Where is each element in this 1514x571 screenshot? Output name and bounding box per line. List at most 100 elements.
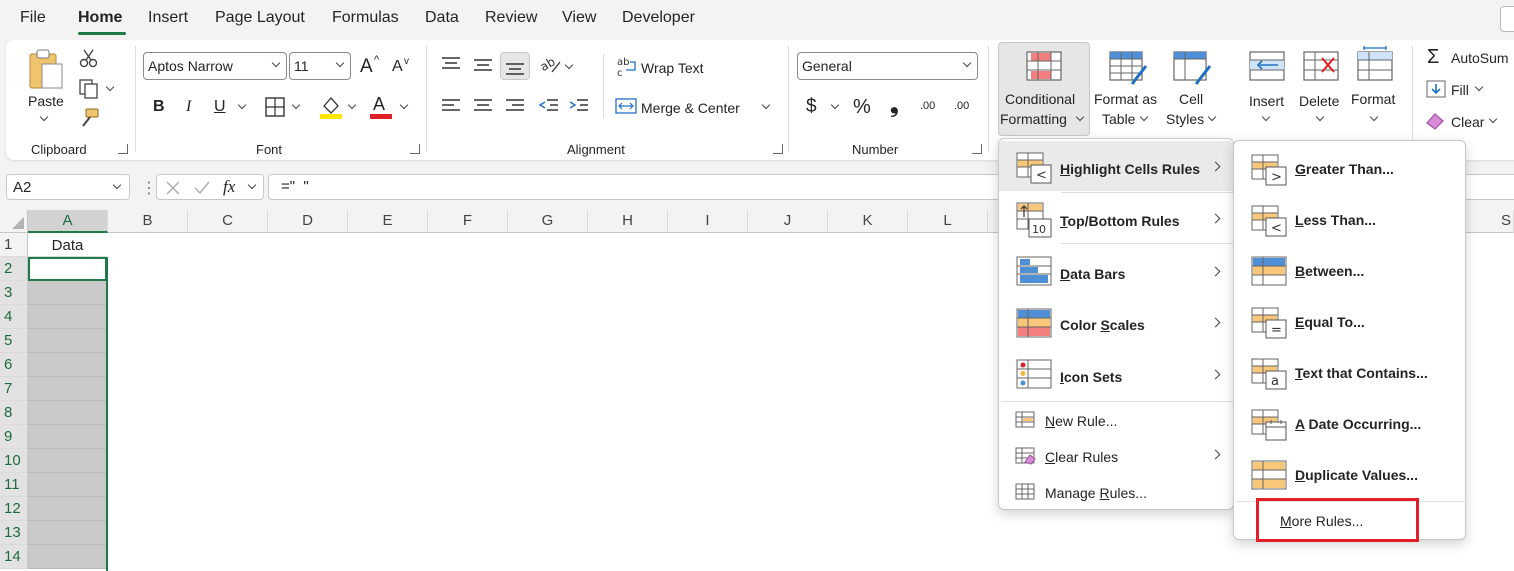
column-header-l[interactable]: L bbox=[908, 210, 988, 233]
increase-decimal-icon[interactable]: .00 bbox=[920, 100, 935, 112]
menu-item-highlight-cells-rules[interactable]: < Highlight Cells Rules bbox=[999, 141, 1233, 191]
share-button[interactable] bbox=[1500, 6, 1514, 32]
column-header-i[interactable]: I bbox=[668, 210, 748, 233]
menu-item-color-scales[interactable]: Color Scales bbox=[999, 299, 1233, 349]
row-header-13[interactable]: 13 bbox=[0, 521, 28, 545]
row-header-5[interactable]: 5 bbox=[0, 329, 28, 353]
top-align-icon[interactable] bbox=[440, 56, 462, 72]
fill-down-icon[interactable] bbox=[1426, 80, 1446, 98]
cell-a12[interactable] bbox=[28, 497, 107, 521]
cell-a13[interactable] bbox=[28, 521, 107, 545]
menu-item-clear-rules[interactable]: Clear Rules bbox=[999, 439, 1233, 475]
cell-styles-label-1[interactable]: Cell bbox=[1179, 91, 1203, 107]
row-header-4[interactable]: 4 bbox=[0, 305, 28, 329]
cell-a14[interactable] bbox=[28, 545, 107, 569]
insert-function-icon[interactable]: fx bbox=[223, 177, 235, 197]
format-as-table-label-1[interactable]: Format as bbox=[1094, 91, 1157, 107]
row-header-7[interactable]: 7 bbox=[0, 377, 28, 401]
wrap-text-icon[interactable]: abc bbox=[616, 56, 638, 78]
cell-a3[interactable] bbox=[28, 281, 107, 305]
menu-item-top-bottom-rules[interactable]: 10 Top/Bottom Rules bbox=[999, 195, 1233, 245]
cell-a5[interactable] bbox=[28, 329, 107, 353]
align-left-icon[interactable] bbox=[440, 98, 462, 114]
font-color-icon[interactable]: A bbox=[373, 94, 385, 115]
cancel-entry-icon[interactable] bbox=[165, 180, 181, 196]
menu-item-icon-sets[interactable]: Icon Sets bbox=[999, 350, 1233, 400]
column-header-f[interactable]: F bbox=[428, 210, 508, 233]
cell-a9[interactable] bbox=[28, 425, 107, 449]
tab-developer[interactable]: Developer bbox=[622, 9, 695, 27]
bold-button[interactable]: B bbox=[153, 98, 165, 116]
submenu-item-less-than[interactable]: < Less Than... bbox=[1234, 194, 1465, 244]
menu-item-data-bars[interactable]: Data Bars bbox=[999, 247, 1233, 297]
format-painter-icon[interactable] bbox=[78, 108, 100, 130]
column-header-c[interactable]: C bbox=[188, 210, 268, 233]
column-header-a[interactable]: A bbox=[28, 210, 108, 233]
row-header-10[interactable]: 10 bbox=[0, 449, 28, 473]
format-as-table-label-2[interactable]: Table bbox=[1102, 111, 1135, 127]
cell-a1[interactable]: Data bbox=[28, 233, 107, 257]
clear-label[interactable]: Clear bbox=[1451, 114, 1484, 130]
cell-styles-icon[interactable] bbox=[1172, 50, 1212, 86]
cell-a2-active[interactable] bbox=[28, 257, 107, 281]
decrease-indent-icon[interactable] bbox=[538, 98, 560, 114]
increase-font-size-icon[interactable]: A bbox=[360, 56, 373, 78]
format-cells-icon[interactable] bbox=[1356, 46, 1394, 82]
row-header-1[interactable]: 1 bbox=[0, 233, 28, 257]
italic-button[interactable]: I bbox=[186, 98, 191, 116]
column-header-h[interactable]: H bbox=[588, 210, 668, 233]
orientation-icon[interactable]: ab bbox=[538, 54, 562, 76]
submenu-item-date-occurring[interactable]: A Date Occurring... bbox=[1234, 398, 1465, 448]
cell-a11[interactable] bbox=[28, 473, 107, 497]
tab-review[interactable]: Review bbox=[485, 9, 537, 27]
alignment-launcher-icon[interactable] bbox=[773, 144, 783, 154]
row-header-14[interactable]: 14 bbox=[0, 545, 28, 569]
format-as-table-icon[interactable] bbox=[1108, 50, 1148, 86]
font-size-dropdown[interactable]: 11 bbox=[289, 52, 351, 80]
column-header-e[interactable]: E bbox=[348, 210, 428, 233]
cut-icon[interactable] bbox=[78, 48, 100, 68]
submenu-item-text-contains[interactable]: a Text that Contains... bbox=[1234, 347, 1465, 397]
tab-view[interactable]: View bbox=[562, 9, 596, 27]
tab-insert[interactable]: Insert bbox=[148, 9, 188, 27]
comma-style-icon[interactable]: ❟ bbox=[890, 92, 899, 118]
increase-indent-icon[interactable] bbox=[568, 98, 590, 114]
submenu-item-greater-than[interactable]: > Greater Than... bbox=[1234, 143, 1465, 193]
column-header-j[interactable]: J bbox=[748, 210, 828, 233]
borders-icon[interactable] bbox=[264, 96, 286, 118]
tab-home[interactable]: Home bbox=[78, 9, 122, 27]
name-box[interactable]: A2 bbox=[6, 174, 130, 200]
number-format-dropdown[interactable]: General bbox=[797, 52, 978, 80]
cell-a4[interactable] bbox=[28, 305, 107, 329]
tab-formulas[interactable]: Formulas bbox=[332, 9, 399, 27]
cell-a8[interactable] bbox=[28, 401, 107, 425]
merge-center-icon[interactable] bbox=[614, 96, 638, 116]
row-header-6[interactable]: 6 bbox=[0, 353, 28, 377]
fill-color-icon[interactable] bbox=[320, 94, 342, 120]
delete-cells-label[interactable]: Delete bbox=[1299, 93, 1339, 109]
column-header-g[interactable]: G bbox=[508, 210, 588, 233]
copy-icon[interactable] bbox=[78, 78, 100, 100]
wrap-text-label[interactable]: Wrap Text bbox=[641, 60, 704, 76]
underline-button[interactable]: U bbox=[214, 98, 226, 116]
column-header-d[interactable]: D bbox=[268, 210, 348, 233]
row-header-9[interactable]: 9 bbox=[0, 425, 28, 449]
format-cells-label[interactable]: Format bbox=[1351, 91, 1395, 107]
fill-label[interactable]: Fill bbox=[1451, 82, 1469, 98]
menu-item-new-rule[interactable]: New Rule... bbox=[999, 403, 1233, 439]
submenu-item-between[interactable]: Between... bbox=[1234, 245, 1465, 295]
autosum-label[interactable]: AutoSum bbox=[1451, 50, 1509, 66]
align-right-icon[interactable] bbox=[504, 98, 526, 114]
insert-cells-icon[interactable] bbox=[1248, 50, 1286, 82]
font-name-dropdown[interactable]: Aptos Narrow bbox=[143, 52, 287, 80]
confirm-entry-icon[interactable] bbox=[193, 180, 211, 196]
clear-eraser-icon[interactable] bbox=[1424, 110, 1446, 130]
font-launcher-icon[interactable] bbox=[410, 144, 420, 154]
tab-page-layout[interactable]: Page Layout bbox=[215, 9, 305, 27]
percent-icon[interactable]: % bbox=[853, 96, 871, 119]
cell-a10[interactable] bbox=[28, 449, 107, 473]
decrease-decimal-icon[interactable]: .00 bbox=[954, 100, 969, 112]
menu-item-manage-rules[interactable]: Manage Rules... bbox=[999, 475, 1233, 511]
submenu-item-equal-to[interactable]: = Equal To... bbox=[1234, 296, 1465, 346]
decrease-font-size-icon[interactable]: A bbox=[392, 58, 403, 76]
